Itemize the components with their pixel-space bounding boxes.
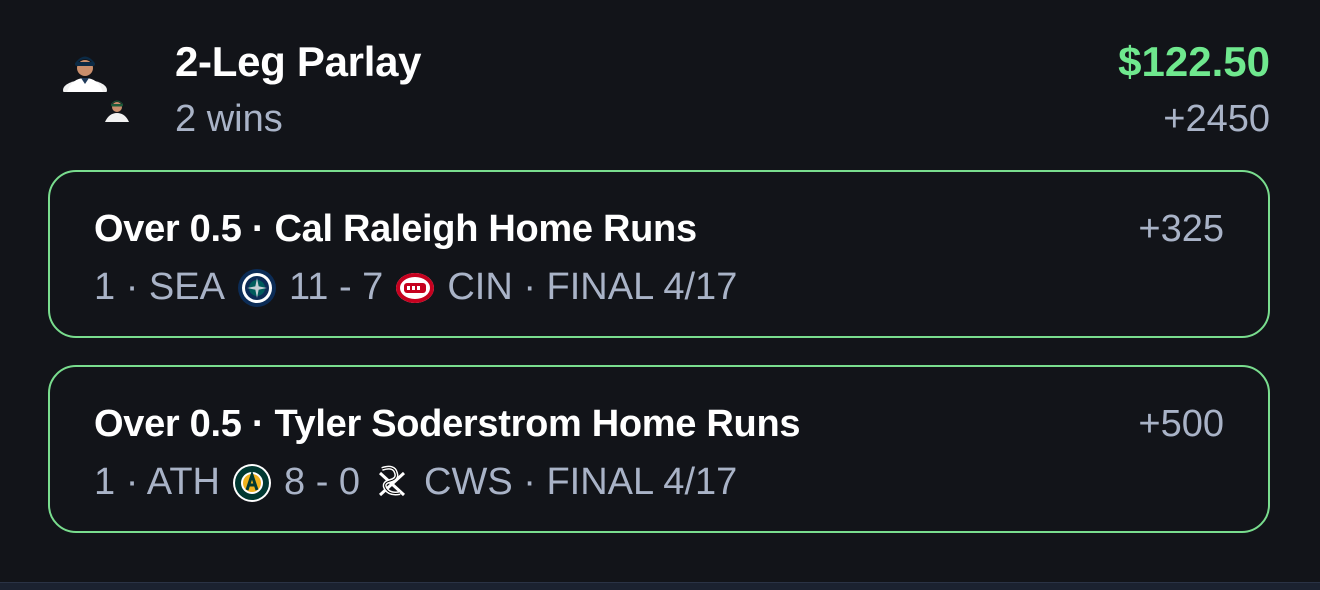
leg-score: 8 - 0 bbox=[284, 461, 361, 503]
parlay-subtitle: 2 wins bbox=[175, 98, 283, 140]
leg-odds: +325 bbox=[1138, 208, 1224, 250]
leg-line-suffix: CIN · FINAL 4/17 bbox=[447, 266, 738, 308]
leg-line-prefix: 1 · ATH bbox=[94, 461, 220, 503]
leg-title: Over 0.5 · Tyler Soderstrom Home Runs bbox=[94, 403, 801, 445]
mariners-logo-icon bbox=[237, 268, 276, 307]
parlay-odds: +2450 bbox=[1163, 98, 1270, 140]
reds-logo-icon bbox=[396, 272, 435, 303]
leg-line-prefix: 1 · SEA bbox=[94, 266, 225, 308]
player-avatar-icon bbox=[105, 100, 129, 122]
parlay-header[interactable]: 2-Leg Parlay 2 wins $122.50 +2450 bbox=[0, 0, 1320, 160]
parlay-title: 2-Leg Parlay bbox=[175, 38, 422, 85]
leg-game-line: 1 · ATH 8 - 0 CWS · FINAL 4/17 bbox=[94, 461, 737, 504]
parlay-leg-card[interactable]: Over 0.5 · Tyler Soderstrom Home Runs +5… bbox=[48, 365, 1270, 533]
leg-line-suffix: CWS · FINAL 4/17 bbox=[424, 461, 738, 503]
leg-score: 11 - 7 bbox=[288, 266, 384, 308]
parlay-payout: $122.50 bbox=[1118, 38, 1270, 85]
leg-title: Over 0.5 · Cal Raleigh Home Runs bbox=[94, 208, 697, 250]
player-avatar-icon bbox=[63, 56, 107, 92]
athletics-logo-icon bbox=[233, 463, 271, 502]
leg-game-line: 1 · SEA 11 - 7 CIN · FINAL 4/17 bbox=[94, 266, 737, 309]
white-sox-logo-icon bbox=[379, 465, 406, 496]
parlay-leg-card[interactable]: Over 0.5 · Cal Raleigh Home Runs +325 1 … bbox=[48, 170, 1270, 338]
leg-odds: +500 bbox=[1138, 403, 1224, 445]
